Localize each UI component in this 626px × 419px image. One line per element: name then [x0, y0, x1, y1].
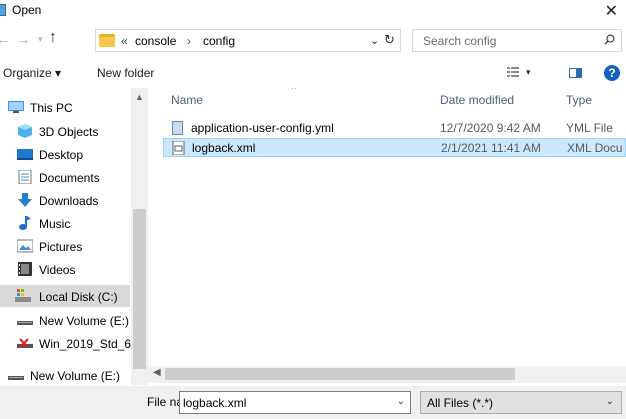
scroll-up-icon[interactable]: ▲	[135, 92, 144, 102]
search-icon	[604, 34, 615, 45]
file-name-value: logback.xml	[183, 396, 247, 410]
nav-item-desktop[interactable]: Desktop	[0, 143, 130, 165]
file-type-select[interactable]: All Files (*.*) ⌄	[420, 391, 622, 414]
nav-item-3d-objects[interactable]: 3D Objects	[0, 120, 130, 142]
up-arrow-icon[interactable]: ↑	[49, 29, 57, 47]
file-type-value: All Files (*.*)	[427, 396, 494, 410]
desktop-icon	[17, 149, 33, 160]
file-name: logback.xml	[192, 141, 256, 155]
navigation-pane: This PC 3D Objects Desktop Documents Dow…	[0, 88, 148, 385]
downloads-icon	[18, 193, 32, 207]
search-input[interactable]: Search config	[412, 29, 622, 52]
address-bar[interactable]: « console › config ⌄ ↻	[95, 29, 401, 52]
nav-label: New Volume (E:)	[30, 369, 121, 383]
back-arrow-icon[interactable]: ←	[0, 31, 11, 48]
file-type: YML File	[566, 121, 613, 135]
chevron-down-icon[interactable]: ⌄	[397, 396, 405, 407]
recent-locations-chevron-icon[interactable]: ▾	[38, 34, 43, 45]
xml-file-icon	[172, 141, 185, 155]
column-header-type[interactable]: Type	[566, 93, 592, 107]
drive-icon	[17, 321, 33, 325]
folder-icon	[99, 34, 115, 47]
nav-label: Win_2019_Std_64	[39, 337, 138, 351]
nav-label: Desktop	[39, 148, 84, 162]
dvd-drive-icon	[17, 338, 33, 348]
file-row[interactable]: application-user-config.yml 12/7/2020 9:…	[163, 119, 626, 138]
file-list: Name ^ Date modified Type application-us…	[148, 88, 626, 371]
scroll-left-icon[interactable]: ◀	[153, 367, 161, 378]
file-list-hscrollbar[interactable]: ◀	[148, 366, 626, 383]
file-name: application-user-config.yml	[191, 121, 334, 135]
computer-icon	[8, 101, 24, 113]
close-icon[interactable]: ✕	[605, 1, 618, 21]
file-row-selected[interactable]: logback.xml 2/1/2021 11:41 AM XML Docu	[163, 138, 626, 157]
nav-item-videos[interactable]: Videos	[0, 258, 130, 280]
help-icon[interactable]: ?	[604, 65, 620, 81]
nav-item-pictures[interactable]: Pictures	[0, 235, 130, 257]
address-dropdown-icon[interactable]: ⌄	[370, 34, 379, 47]
nav-label: Documents	[39, 171, 100, 185]
search-placeholder: Search config	[423, 34, 497, 48]
nav-label: 3D Objects	[39, 125, 99, 139]
title-bar: Open ✕	[0, 0, 626, 22]
window-title: Open	[12, 3, 42, 17]
file-date: 2/1/2021 11:41 AM	[441, 141, 541, 155]
address-row: ← → ▾ ↑ « console › config ⌄ ↻ Search co…	[0, 29, 626, 53]
nav-label: Local Disk (C:)	[39, 290, 118, 304]
local-disk-icon	[15, 289, 31, 302]
nav-item-win-2019[interactable]: Win_2019_Std_64	[0, 332, 138, 354]
file-type: XML Docu	[567, 141, 623, 155]
organize-button[interactable]: Organize ▾	[3, 66, 61, 80]
column-header-date[interactable]: Date modified	[440, 93, 514, 107]
nav-item-music[interactable]: Music	[0, 212, 130, 234]
documents-icon	[18, 170, 32, 184]
yml-file-icon	[172, 121, 183, 135]
nav-label: Pictures	[39, 240, 83, 254]
breadcrumb-separator-icon: ›	[187, 34, 191, 48]
sort-ascending-icon: ^	[292, 88, 297, 94]
new-folder-button[interactable]: New folder	[97, 66, 154, 80]
hscroll-thumb[interactable]	[165, 368, 515, 380]
file-name-input[interactable]: logback.xml ⌄	[179, 391, 411, 414]
nav-label: Music	[39, 217, 71, 231]
breadcrumb-console[interactable]: console	[135, 34, 176, 48]
nav-label: Videos	[39, 263, 76, 277]
file-date: 12/7/2020 9:42 AM	[440, 121, 541, 135]
view-chevron-icon[interactable]: ▾	[526, 67, 531, 78]
nav-item-this-pc[interactable]: This PC	[0, 96, 130, 118]
command-bar: Organize ▾ New folder ▾ ?	[0, 61, 626, 85]
nav-scrollbar[interactable]: ▲	[131, 88, 148, 385]
nav-scroll-thumb[interactable]	[133, 209, 146, 369]
pictures-icon	[17, 239, 33, 253]
nav-item-new-volume-e-2[interactable]: New Volume (E:)	[0, 364, 130, 385]
music-icon	[19, 216, 31, 230]
drive-icon	[8, 376, 24, 380]
videos-icon	[18, 262, 32, 276]
forward-arrow-icon[interactable]: →	[16, 31, 31, 48]
3d-objects-icon	[18, 124, 32, 138]
nav-label: This PC	[30, 101, 73, 115]
nav-label: New Volume (E:)	[39, 314, 130, 328]
nav-item-downloads[interactable]: Downloads	[0, 189, 130, 211]
nav-item-new-volume-e[interactable]: New Volume (E:)	[0, 309, 130, 331]
file-name-bar: File name: logback.xml ⌄ All Files (*.*)…	[0, 386, 626, 419]
chevron-down-icon: ⌄	[605, 396, 614, 407]
nav-item-local-disk-c[interactable]: Local Disk (C:)	[0, 285, 130, 307]
view-options-icon[interactable]	[507, 67, 519, 78]
app-icon	[0, 4, 6, 16]
breadcrumb-overflow[interactable]: «	[121, 34, 128, 48]
nav-item-documents[interactable]: Documents	[0, 166, 130, 188]
preview-pane-icon[interactable]	[569, 68, 582, 78]
nav-label: Downloads	[39, 194, 99, 208]
breadcrumb-config[interactable]: config	[203, 34, 235, 48]
refresh-icon[interactable]: ↻	[384, 32, 395, 48]
column-header-name[interactable]: Name	[171, 93, 203, 107]
